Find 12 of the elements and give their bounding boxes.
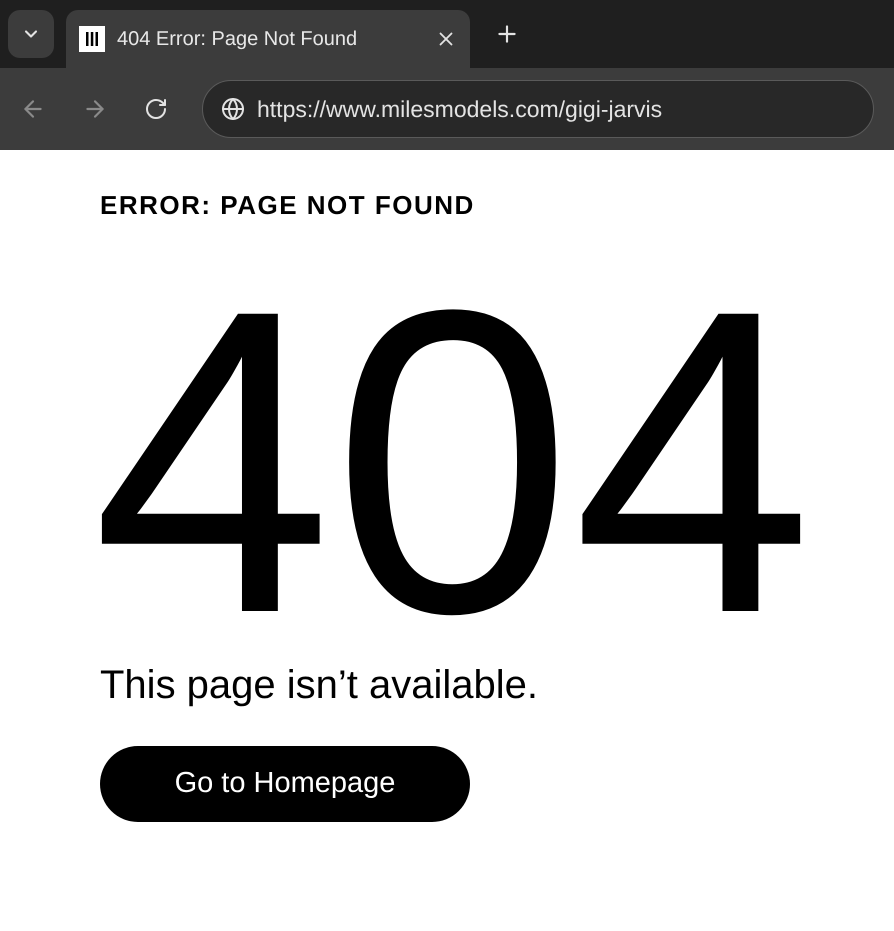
address-bar[interactable]: https://www.milesmodels.com/gigi-jarvis xyxy=(202,80,874,138)
site-logo-icon xyxy=(79,26,105,52)
error-message: This page isn’t available. xyxy=(100,662,540,709)
homepage-button[interactable]: Go to Homepage xyxy=(100,746,470,822)
reload-button[interactable] xyxy=(144,97,168,121)
address-text: https://www.milesmodels.com/gigi-jarvis xyxy=(257,94,662,124)
reload-icon xyxy=(144,97,168,121)
error-code: 404 xyxy=(92,246,814,646)
error-heading: ERROR: PAGE NOT FOUND xyxy=(100,192,476,218)
globe-icon xyxy=(221,97,245,121)
tab-title: 404 Error: Page Not Found xyxy=(117,27,358,52)
browser-tab[interactable]: 404 Error: Page Not Found xyxy=(66,10,470,68)
